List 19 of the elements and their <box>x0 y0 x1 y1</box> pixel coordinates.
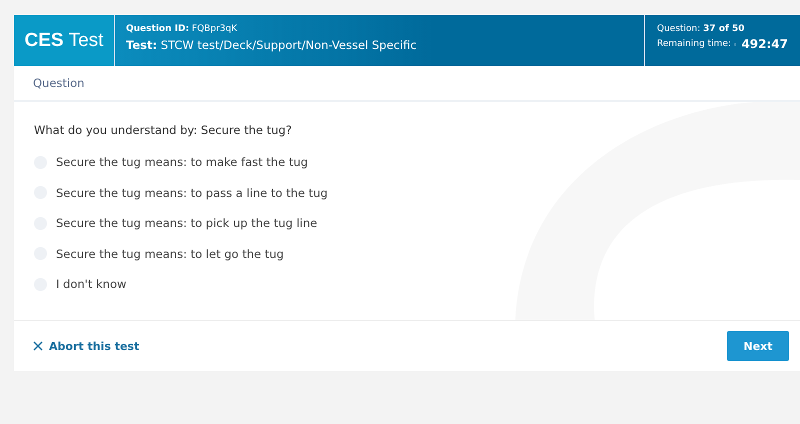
test-path: Test: STCW test/Deck/Support/Non-Vessel Specific <box>126 38 418 52</box>
answer-text: Secure the tug means: to make fast the tug <box>56 155 308 170</box>
answer-option[interactable]: Secure the tug means: to pass a line to the tug <box>34 178 328 208</box>
section-title: Question <box>33 76 84 90</box>
answer-option[interactable]: Secure the tug means: to let go the tug <box>34 238 284 269</box>
answer-option[interactable]: I don't know <box>34 269 126 300</box>
remaining-time: 492:47 <box>741 37 788 51</box>
answer-text: I don't know <box>56 277 126 292</box>
abort-link[interactable]: Abort this test <box>33 340 140 352</box>
brand-logo: CES Test <box>14 15 115 66</box>
answer-option[interactable]: Secure the tug means: to pick up the tug line <box>34 208 318 238</box>
close-icon <box>33 341 43 351</box>
answer-text: Secure the tug means: to pick up the tug line <box>56 216 318 230</box>
question-text: What do you understand by: Secure the tug? <box>34 123 293 137</box>
answer-text: Secure the tug means: to pass a line to the tug <box>56 186 328 200</box>
answer-option[interactable]: Secure the tug means: to make fast the tug <box>34 147 308 178</box>
answer-text: Secure the tug means: to let go the tug <box>56 246 284 261</box>
time-label: Remaining time: <box>657 39 732 49</box>
question-id: Question ID: FQBpr3qK <box>126 24 238 34</box>
